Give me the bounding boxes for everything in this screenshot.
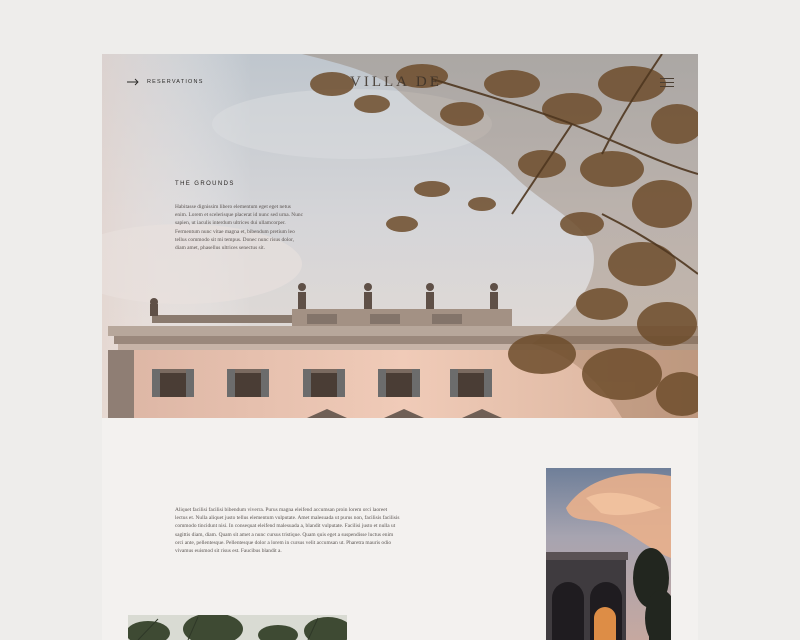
page-card: RESERVATIONS VILLA DE THE GROUNDS Habita… (102, 54, 698, 640)
hero-section: RESERVATIONS VILLA DE THE GROUNDS Habita… (102, 54, 698, 418)
site-logo[interactable]: VILLA DE (350, 74, 442, 91)
arrow-right-icon (127, 78, 139, 86)
garden-photo (128, 615, 347, 640)
villa-arch-photo (546, 468, 671, 640)
hamburger-menu-icon[interactable] (660, 78, 674, 88)
reservations-label: RESERVATIONS (147, 79, 204, 85)
section-paragraph: Aliquet facilisi facilisi bibendum viver… (175, 507, 400, 555)
grounds-paragraph: Habitasse dignissim libero elementum ege… (175, 204, 303, 252)
reservations-link[interactable]: RESERVATIONS (127, 78, 204, 86)
grounds-title: THE GROUNDS (175, 181, 235, 187)
